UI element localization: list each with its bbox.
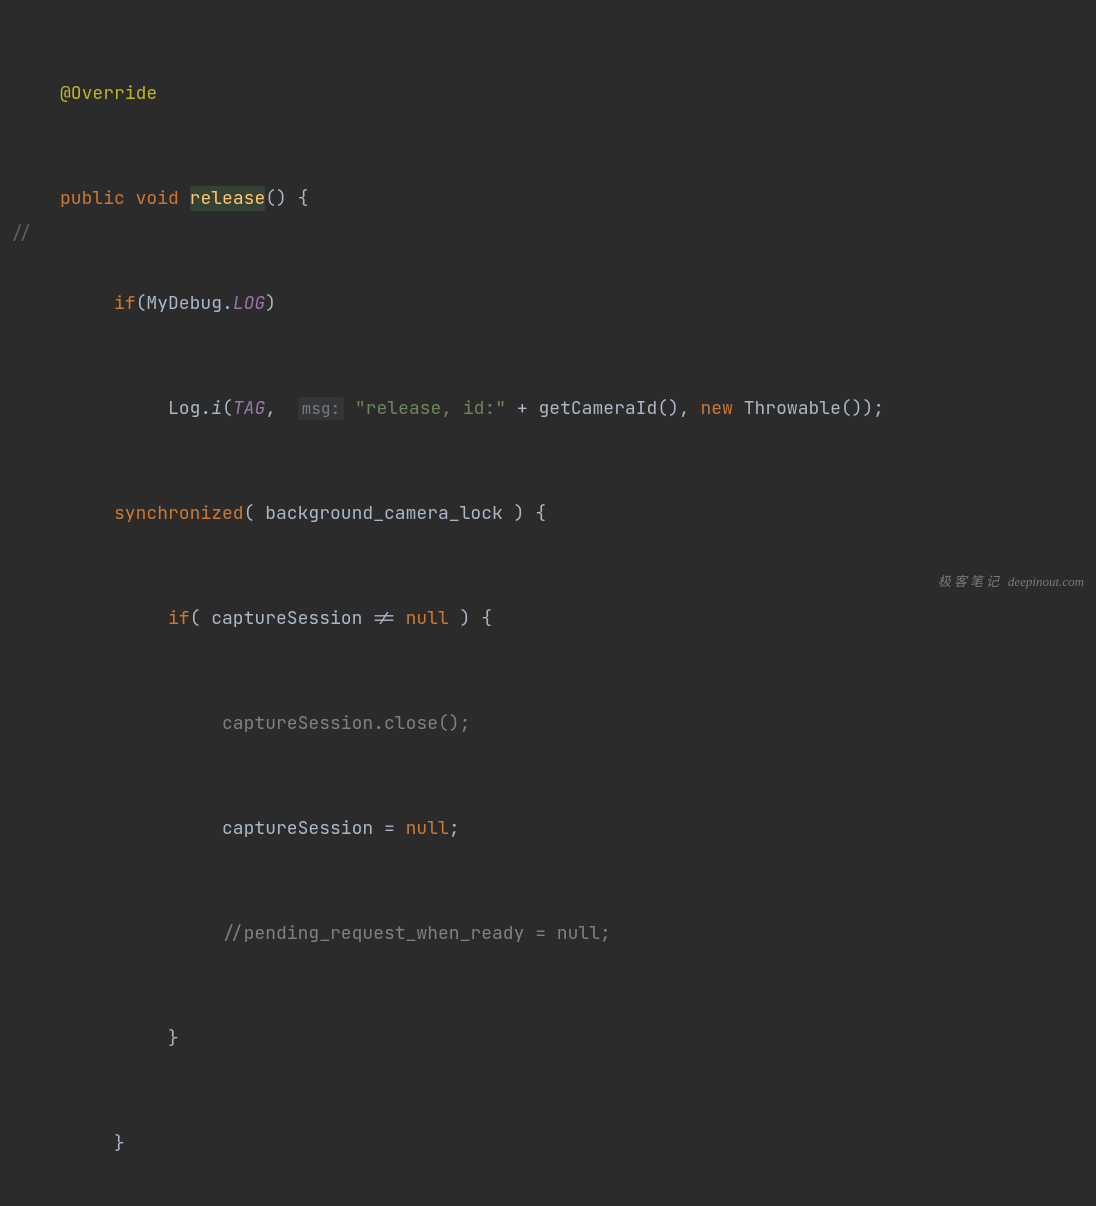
- keyword-null: null: [406, 607, 449, 630]
- keyword-null: null: [406, 817, 449, 840]
- code-area[interactable]: @Override public void release() { if(MyD…: [40, 0, 1096, 603]
- static-field: TAG: [233, 397, 265, 420]
- gutter-line: [0, 111, 32, 146]
- brace: }: [114, 1132, 125, 1155]
- code-line[interactable]: public void release() {: [60, 181, 1096, 216]
- gutter-line: [0, 146, 32, 181]
- comment: //pending_request_when_ready = null;: [222, 922, 611, 945]
- method-name: release: [190, 186, 266, 211]
- keyword-if: if: [114, 292, 136, 315]
- code-line[interactable]: synchronized( background_camera_lock ) {: [60, 496, 1096, 531]
- code-line[interactable]: captureSession.close();: [60, 706, 1096, 741]
- code-line[interactable]: //pending_request_when_ready = null;: [60, 916, 1096, 951]
- gutter-line: [0, 181, 32, 216]
- comma: ,: [265, 397, 287, 420]
- string-literal: "release, id:": [344, 397, 506, 420]
- gutter-line-comment: //: [0, 216, 32, 251]
- gutter: //: [0, 0, 40, 603]
- code-text: ): [265, 292, 276, 315]
- code-text: (MyDebug.: [136, 292, 233, 315]
- code-text: ) {: [449, 607, 492, 630]
- watermark-url: deepinout.com: [1008, 574, 1084, 589]
- keyword-if: if: [168, 607, 190, 630]
- code-line[interactable]: @Override: [60, 76, 1096, 111]
- watermark: 极客笔记 deepinout.com: [938, 564, 1084, 599]
- gutter-line: [0, 6, 32, 41]
- code-editor[interactable]: // @Override public void release() { if(…: [0, 0, 1096, 603]
- code-line[interactable]: }: [60, 1021, 1096, 1056]
- code-text: ( background_camera_lock ) {: [244, 502, 546, 525]
- code-line[interactable]: if( captureSession != null ) {: [60, 601, 1096, 636]
- watermark-cn: 极客笔记: [938, 574, 1002, 589]
- code-line[interactable]: }: [60, 1126, 1096, 1161]
- code-line[interactable]: captureSession = null;: [60, 811, 1096, 846]
- code-text: + getCameraId(),: [506, 397, 700, 420]
- code-line[interactable]: Log.i(TAG, msg: "release, id:" + getCame…: [60, 391, 1096, 426]
- gutter-line: [0, 41, 32, 76]
- gutter-line: [0, 76, 32, 111]
- paren: (: [222, 397, 233, 420]
- annotation: @Override: [60, 82, 157, 105]
- commented-code: captureSession.close();: [222, 712, 470, 735]
- class-ref: Log: [168, 397, 200, 420]
- code-line[interactable]: if(MyDebug.LOG): [60, 286, 1096, 321]
- code-text: captureSession =: [222, 817, 406, 840]
- keyword-new: new: [700, 397, 732, 420]
- param-hint: msg:: [298, 397, 344, 420]
- code-text: ( captureSession !=: [190, 607, 406, 630]
- semicolon: ;: [449, 817, 460, 840]
- keyword-void: void: [136, 187, 179, 210]
- code-text: () {: [265, 187, 308, 210]
- keyword-public: public: [60, 187, 125, 210]
- code-text: Throwable());: [733, 397, 884, 420]
- method-call: i: [211, 397, 222, 420]
- dot: .: [200, 397, 211, 420]
- keyword-synchronized: synchronized: [114, 502, 244, 525]
- static-field: LOG: [233, 292, 265, 315]
- brace: }: [168, 1027, 179, 1050]
